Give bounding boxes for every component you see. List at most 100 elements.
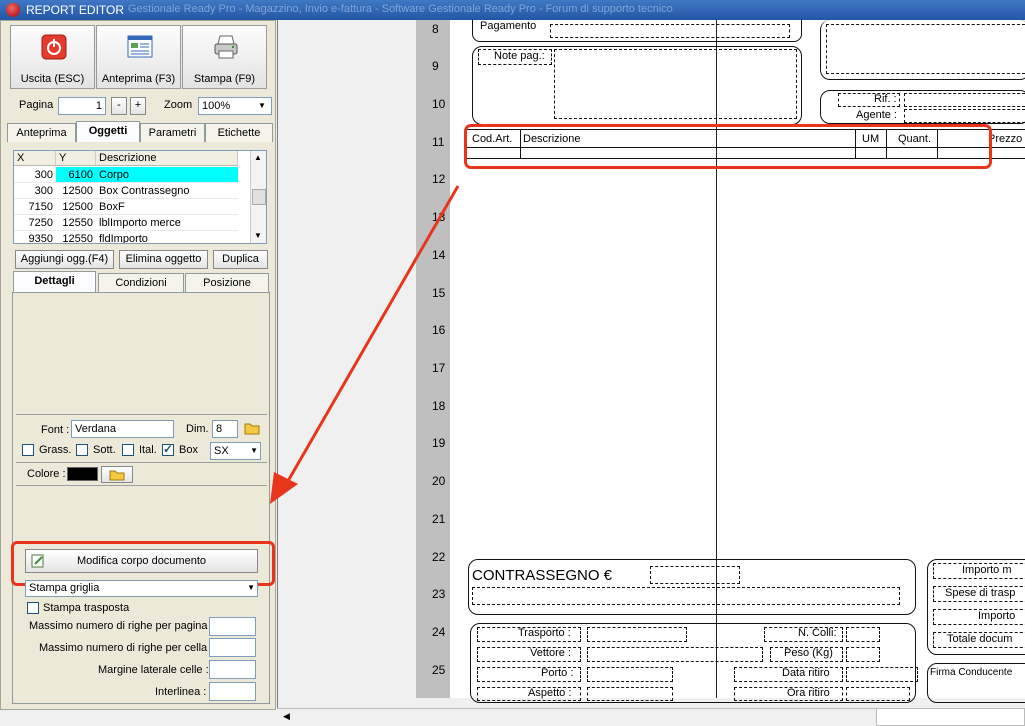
- grid-select[interactable]: Stampa griglia ▼: [25, 580, 258, 597]
- size-input[interactable]: 8: [212, 420, 238, 438]
- print-button[interactable]: Stampa (F9): [182, 25, 267, 89]
- aspetto-field[interactable]: [587, 687, 673, 701]
- tab-dettagli[interactable]: Dettagli: [13, 271, 96, 292]
- italic-checkbox[interactable]: [122, 444, 134, 456]
- transpose-checkbox[interactable]: [27, 602, 39, 614]
- trasporto-label: Trasporto :: [518, 627, 571, 639]
- add-object-button[interactable]: Aggiungi ogg.(F4): [15, 250, 114, 269]
- contrassegno-field[interactable]: [650, 566, 740, 584]
- tab-posizione[interactable]: Posizione: [185, 273, 269, 292]
- column-header-descrizione[interactable]: Descrizione: [96, 151, 238, 166]
- tab-anteprima[interactable]: Anteprima: [7, 123, 76, 142]
- table-cell[interactable]: Box Contrassegno: [96, 183, 238, 199]
- rif-field[interactable]: [904, 93, 1025, 107]
- ora-ritiro-label: Ora ritiro: [787, 687, 830, 699]
- ruler-label: 23: [432, 587, 446, 601]
- line-spacing-input[interactable]: [209, 682, 256, 701]
- payment-label: Pagamento: [480, 20, 537, 32]
- underline-checkbox[interactable]: [76, 444, 88, 456]
- porto-field[interactable]: [587, 667, 673, 682]
- zoom-select[interactable]: 100% ▼: [198, 97, 272, 115]
- box-checkbox[interactable]: [162, 442, 174, 456]
- vettore-field[interactable]: [587, 647, 763, 662]
- scroll-up-icon[interactable]: ▲: [254, 153, 262, 162]
- duplicate-button[interactable]: Duplica: [213, 250, 268, 269]
- scroll-left-icon[interactable]: ◀: [283, 711, 290, 722]
- table-cell[interactable]: BoxF: [96, 199, 238, 215]
- scroll-down-icon[interactable]: ▼: [254, 231, 262, 240]
- data-ritiro-field[interactable]: [846, 667, 918, 682]
- delete-object-button[interactable]: Elimina oggetto: [119, 250, 208, 269]
- agente-label: Agente :: [856, 109, 897, 121]
- page-prev-button[interactable]: -: [111, 97, 127, 115]
- page-next-button[interactable]: +: [130, 97, 146, 115]
- zoom-value: 100%: [202, 100, 231, 112]
- objects-table[interactable]: X Y Descrizione 300 6100 Corpo 300 12500…: [13, 150, 267, 244]
- color-swatch[interactable]: [67, 467, 98, 481]
- porto-label: Porto :: [541, 667, 574, 679]
- page-input[interactable]: 1: [58, 97, 106, 115]
- trasporto-field[interactable]: [587, 627, 687, 642]
- table-row[interactable]: 7150: [14, 199, 56, 215]
- table-row[interactable]: 9350: [14, 231, 56, 243]
- status-field: [876, 708, 1025, 726]
- table-row[interactable]: 300: [14, 167, 56, 183]
- align-value: SX: [214, 445, 229, 457]
- annotation-arrow: [270, 185, 460, 504]
- table-cell[interactable]: lblImporto merce: [96, 215, 238, 231]
- page-label: Pagina: [19, 99, 54, 111]
- ruler-label: 21: [432, 512, 446, 526]
- folder-icon[interactable]: [243, 419, 261, 437]
- max-rows-page-label: Massimo numero di righe per pagina :: [29, 620, 214, 632]
- address-field[interactable]: [826, 24, 1025, 74]
- align-select[interactable]: SX ▼: [210, 442, 261, 460]
- bold-label: Grass.: [39, 444, 72, 456]
- ora-ritiro-field[interactable]: [846, 687, 910, 701]
- vettore-label: Vettore :: [530, 647, 571, 659]
- contrassegno-label: CONTRASSEGNO €: [472, 567, 613, 584]
- exit-label: Uscita (ESC): [20, 73, 85, 85]
- cell-margin-label: Margine laterale celle :: [98, 664, 209, 676]
- cell-margin-input[interactable]: [209, 660, 256, 679]
- table-cell[interactable]: fldImporto: [96, 231, 238, 243]
- chevron-down-icon: ▼: [247, 583, 255, 592]
- max-rows-cell-input[interactable]: [209, 638, 256, 657]
- table-cell[interactable]: 6100: [56, 167, 96, 183]
- table-cell[interactable]: 12500: [56, 199, 96, 215]
- tab-condizioni[interactable]: Condizioni: [98, 273, 184, 292]
- data-ritiro-label: Data ritiro: [782, 667, 830, 679]
- chevron-down-icon: ▼: [258, 101, 266, 110]
- font-input[interactable]: Verdana: [71, 420, 174, 438]
- column-header-x[interactable]: X: [14, 151, 56, 166]
- max-rows-page-input[interactable]: [209, 617, 256, 636]
- totale-label: Totale docum: [947, 633, 1013, 645]
- preview-button[interactable]: Anteprima (F3): [96, 25, 181, 89]
- table-cell[interactable]: 12550: [56, 231, 96, 243]
- table-cell[interactable]: 12550: [56, 215, 96, 231]
- contrassegno-words-field[interactable]: [472, 587, 900, 605]
- peso-field[interactable]: [846, 647, 880, 662]
- colli-label: N. Colli:: [798, 627, 837, 639]
- power-icon: [41, 34, 67, 60]
- highlight-frame: [464, 124, 992, 169]
- color-picker-button[interactable]: [101, 466, 133, 483]
- table-cell[interactable]: 12500: [56, 183, 96, 199]
- table-cell[interactable]: Corpo: [96, 167, 238, 183]
- table-row[interactable]: 7250: [14, 215, 56, 231]
- colli-field[interactable]: [846, 627, 880, 642]
- payment-field[interactable]: [550, 24, 790, 38]
- grid-select-value: Stampa griglia: [29, 582, 100, 594]
- note-field[interactable]: [554, 49, 797, 119]
- ruler-label: 9: [432, 59, 439, 73]
- agente-field[interactable]: [904, 109, 1025, 123]
- column-header-y[interactable]: Y: [56, 151, 96, 166]
- tab-parametri[interactable]: Parametri: [140, 123, 205, 142]
- tab-oggetti[interactable]: Oggetti: [76, 121, 140, 142]
- italic-label: Ital.: [139, 444, 157, 456]
- transpose-label: Stampa trasposta: [43, 602, 130, 614]
- bold-checkbox[interactable]: [22, 444, 34, 456]
- app-icon: [6, 3, 20, 17]
- table-row[interactable]: 300: [14, 183, 56, 199]
- exit-button[interactable]: Uscita (ESC): [10, 25, 95, 89]
- tab-etichette[interactable]: Etichette: [205, 123, 273, 142]
